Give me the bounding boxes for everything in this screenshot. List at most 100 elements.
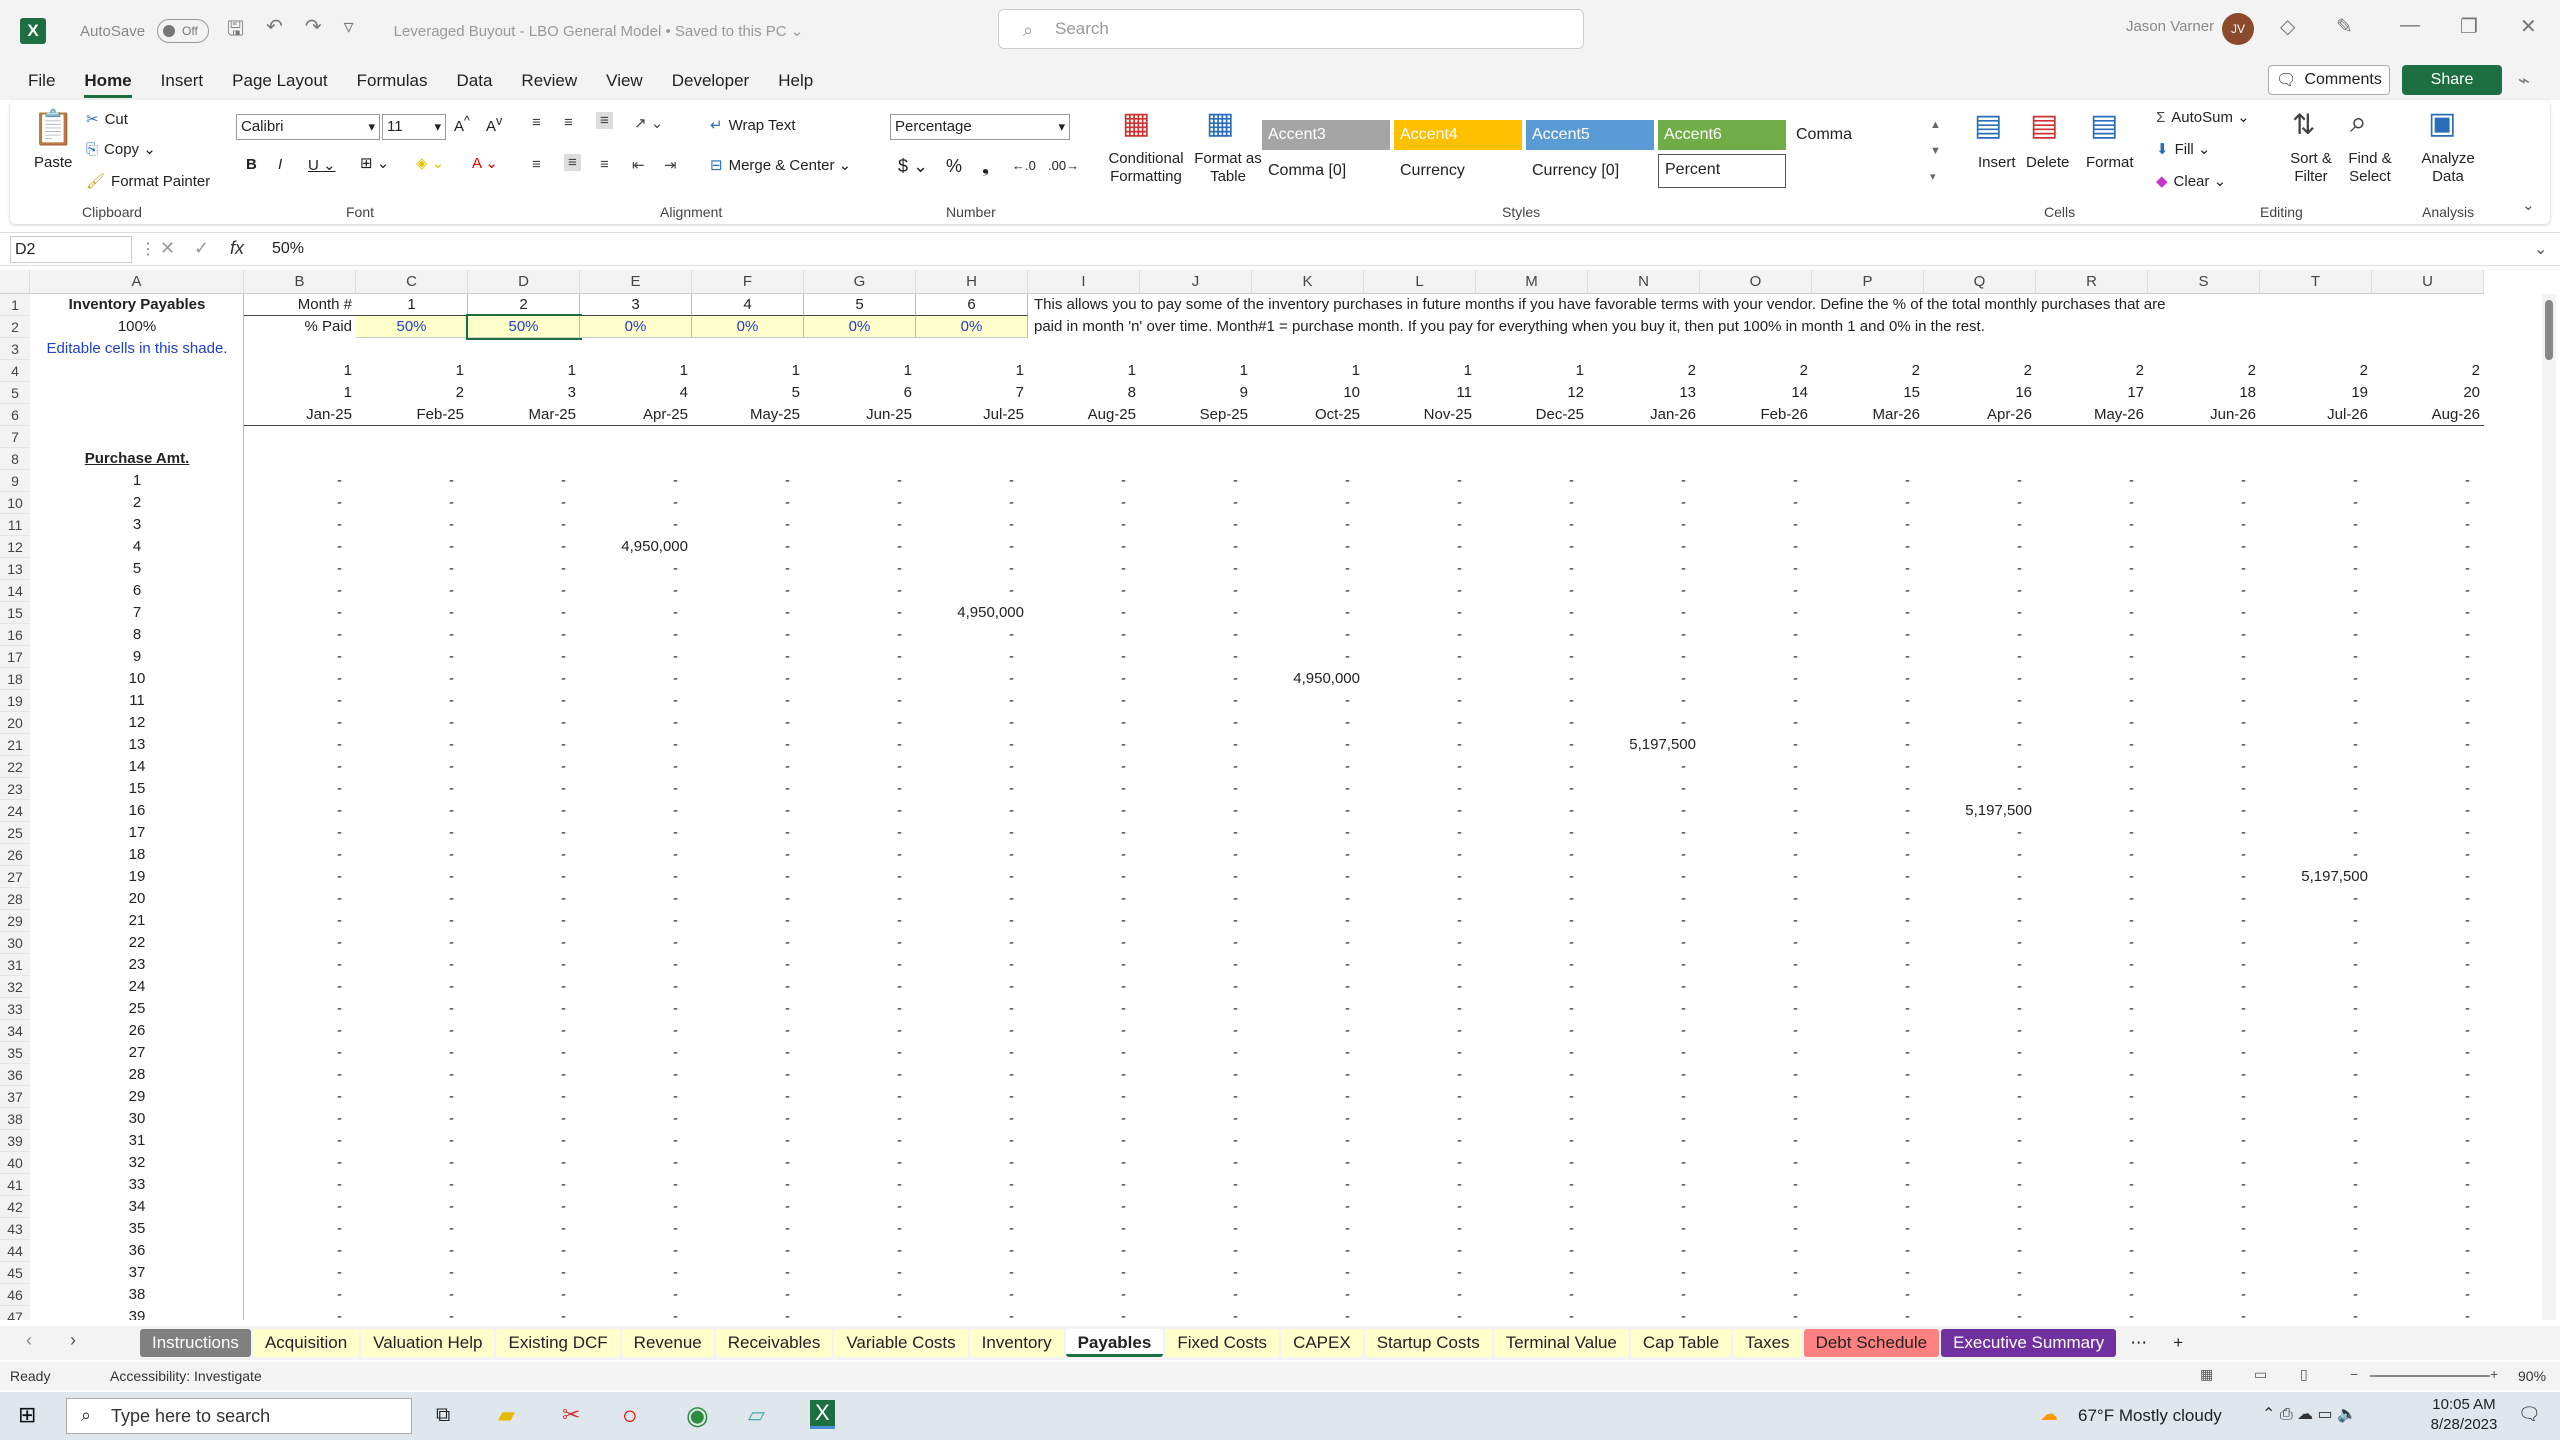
column-header-T[interactable]: T: [2260, 270, 2372, 294]
cell-J13[interactable]: -: [1140, 558, 1252, 580]
cell-F20[interactable]: -: [692, 712, 804, 734]
cell-M26[interactable]: -: [1476, 844, 1588, 866]
cell-N12[interactable]: -: [1588, 536, 1700, 558]
cell-I25[interactable]: -: [1028, 822, 1140, 844]
cell-P47[interactable]: -: [1812, 1306, 1924, 1320]
row-header-32[interactable]: 32: [0, 976, 30, 998]
cell-C9[interactable]: -: [356, 470, 468, 492]
cell-L17[interactable]: -: [1364, 646, 1476, 668]
row-header-28[interactable]: 28: [0, 888, 30, 910]
cell-N35[interactable]: -: [1588, 1042, 1700, 1064]
cell-H34[interactable]: -: [916, 1020, 1028, 1042]
cell-P11[interactable]: -: [1812, 514, 1924, 536]
column-header-C[interactable]: C: [356, 270, 468, 294]
cell-O23[interactable]: -: [1700, 778, 1812, 800]
close-icon[interactable]: ✕: [2520, 14, 2537, 39]
cell-U31[interactable]: -: [2372, 954, 2484, 976]
cell-C22[interactable]: -: [356, 756, 468, 778]
cell-I45[interactable]: -: [1028, 1262, 1140, 1284]
cell-O4[interactable]: 2: [1700, 360, 1812, 382]
cell-T26[interactable]: -: [2260, 844, 2372, 866]
cell-S13[interactable]: -: [2148, 558, 2260, 580]
italic-icon[interactable]: I: [278, 156, 282, 173]
cell-Q13[interactable]: -: [1924, 558, 2036, 580]
cell-T14[interactable]: -: [2260, 580, 2372, 602]
cell-H5[interactable]: 7: [916, 382, 1028, 404]
formula-input[interactable]: 50%: [272, 240, 304, 258]
cell-N21[interactable]: 5,197,500: [1588, 734, 1700, 756]
cell-C36[interactable]: -: [356, 1064, 468, 1086]
cell-M11[interactable]: -: [1476, 514, 1588, 536]
cell-G12[interactable]: -: [804, 536, 916, 558]
cell-S27[interactable]: -: [2148, 866, 2260, 888]
row-header-11[interactable]: 11: [0, 514, 30, 536]
cell-H31[interactable]: -: [916, 954, 1028, 976]
cell-A24[interactable]: 16: [30, 800, 244, 822]
cell-C23[interactable]: -: [356, 778, 468, 800]
vertical-scrollbar-thumb[interactable]: [2545, 300, 2553, 360]
cell-A32[interactable]: 24: [30, 976, 244, 998]
analyze-data-button[interactable]: Analyze Data: [2420, 150, 2476, 186]
cell-M37[interactable]: -: [1476, 1086, 1588, 1108]
cell-P28[interactable]: -: [1812, 888, 1924, 910]
cell-Q21[interactable]: -: [1924, 734, 2036, 756]
cell-D17[interactable]: -: [468, 646, 580, 668]
cell-R20[interactable]: -: [2036, 712, 2148, 734]
cell-G47[interactable]: -: [804, 1306, 916, 1320]
cell-K37[interactable]: -: [1252, 1086, 1364, 1108]
cell-U18[interactable]: -: [2372, 668, 2484, 690]
cell-H2[interactable]: 0%: [916, 316, 1028, 338]
cell-N31[interactable]: -: [1588, 954, 1700, 976]
cell-A47[interactable]: 39: [30, 1306, 244, 1320]
align-middle-icon[interactable]: ≡: [564, 114, 573, 131]
row-header-21[interactable]: 21: [0, 734, 30, 756]
cell-F5[interactable]: 5: [692, 382, 804, 404]
cell-F32[interactable]: -: [692, 976, 804, 998]
cell-L19[interactable]: -: [1364, 690, 1476, 712]
cell-P41[interactable]: -: [1812, 1174, 1924, 1196]
cell-P22[interactable]: -: [1812, 756, 1924, 778]
cell-D9[interactable]: -: [468, 470, 580, 492]
cell-Q30[interactable]: -: [1924, 932, 2036, 954]
cell-Q44[interactable]: -: [1924, 1240, 2036, 1262]
cell-M6[interactable]: Dec-25: [1476, 404, 1588, 426]
cell-B28[interactable]: -: [244, 888, 356, 910]
snipping-tool-icon[interactable]: ✂: [562, 1402, 580, 1428]
search-box[interactable]: ⌕ Search: [998, 9, 1584, 49]
row-header-4[interactable]: 4: [0, 360, 30, 382]
cell-K31[interactable]: -: [1252, 954, 1364, 976]
tray-icons[interactable]: ⌃ ⎙ ☁ ▭ 🔈: [2262, 1404, 2357, 1424]
cell-B27[interactable]: -: [244, 866, 356, 888]
cell-K9[interactable]: -: [1252, 470, 1364, 492]
column-header-F[interactable]: F: [692, 270, 804, 294]
cell-T10[interactable]: -: [2260, 492, 2372, 514]
cell-K35[interactable]: -: [1252, 1042, 1364, 1064]
cell-U12[interactable]: -: [2372, 536, 2484, 558]
menu-home[interactable]: Home: [84, 71, 132, 98]
cell-R23[interactable]: -: [2036, 778, 2148, 800]
cell-D38[interactable]: -: [468, 1108, 580, 1130]
column-header-A[interactable]: A: [30, 270, 244, 294]
cell-H40[interactable]: -: [916, 1152, 1028, 1174]
cell-I46[interactable]: -: [1028, 1284, 1140, 1306]
cell-K40[interactable]: -: [1252, 1152, 1364, 1174]
row-header-35[interactable]: 35: [0, 1042, 30, 1064]
cell-T29[interactable]: -: [2260, 910, 2372, 932]
sheet-tab-payables[interactable]: Payables: [1065, 1329, 1164, 1357]
cell-T18[interactable]: -: [2260, 668, 2372, 690]
cell-S43[interactable]: -: [2148, 1218, 2260, 1240]
cell-O40[interactable]: -: [1700, 1152, 1812, 1174]
cell-O22[interactable]: -: [1700, 756, 1812, 778]
cell-P27[interactable]: -: [1812, 866, 1924, 888]
cell-M27[interactable]: -: [1476, 866, 1588, 888]
cell-A9[interactable]: 1: [30, 470, 244, 492]
cell-U19[interactable]: -: [2372, 690, 2484, 712]
cell-J15[interactable]: -: [1140, 602, 1252, 624]
cell-M35[interactable]: -: [1476, 1042, 1588, 1064]
cell-A37[interactable]: 29: [30, 1086, 244, 1108]
cell-T5[interactable]: 19: [2260, 382, 2372, 404]
sheet-tab-receivables[interactable]: Receivables: [715, 1329, 833, 1357]
cell-F46[interactable]: -: [692, 1284, 804, 1306]
zoom-out-icon[interactable]: −: [2350, 1366, 2358, 1382]
cell-A15[interactable]: 7: [30, 602, 244, 624]
